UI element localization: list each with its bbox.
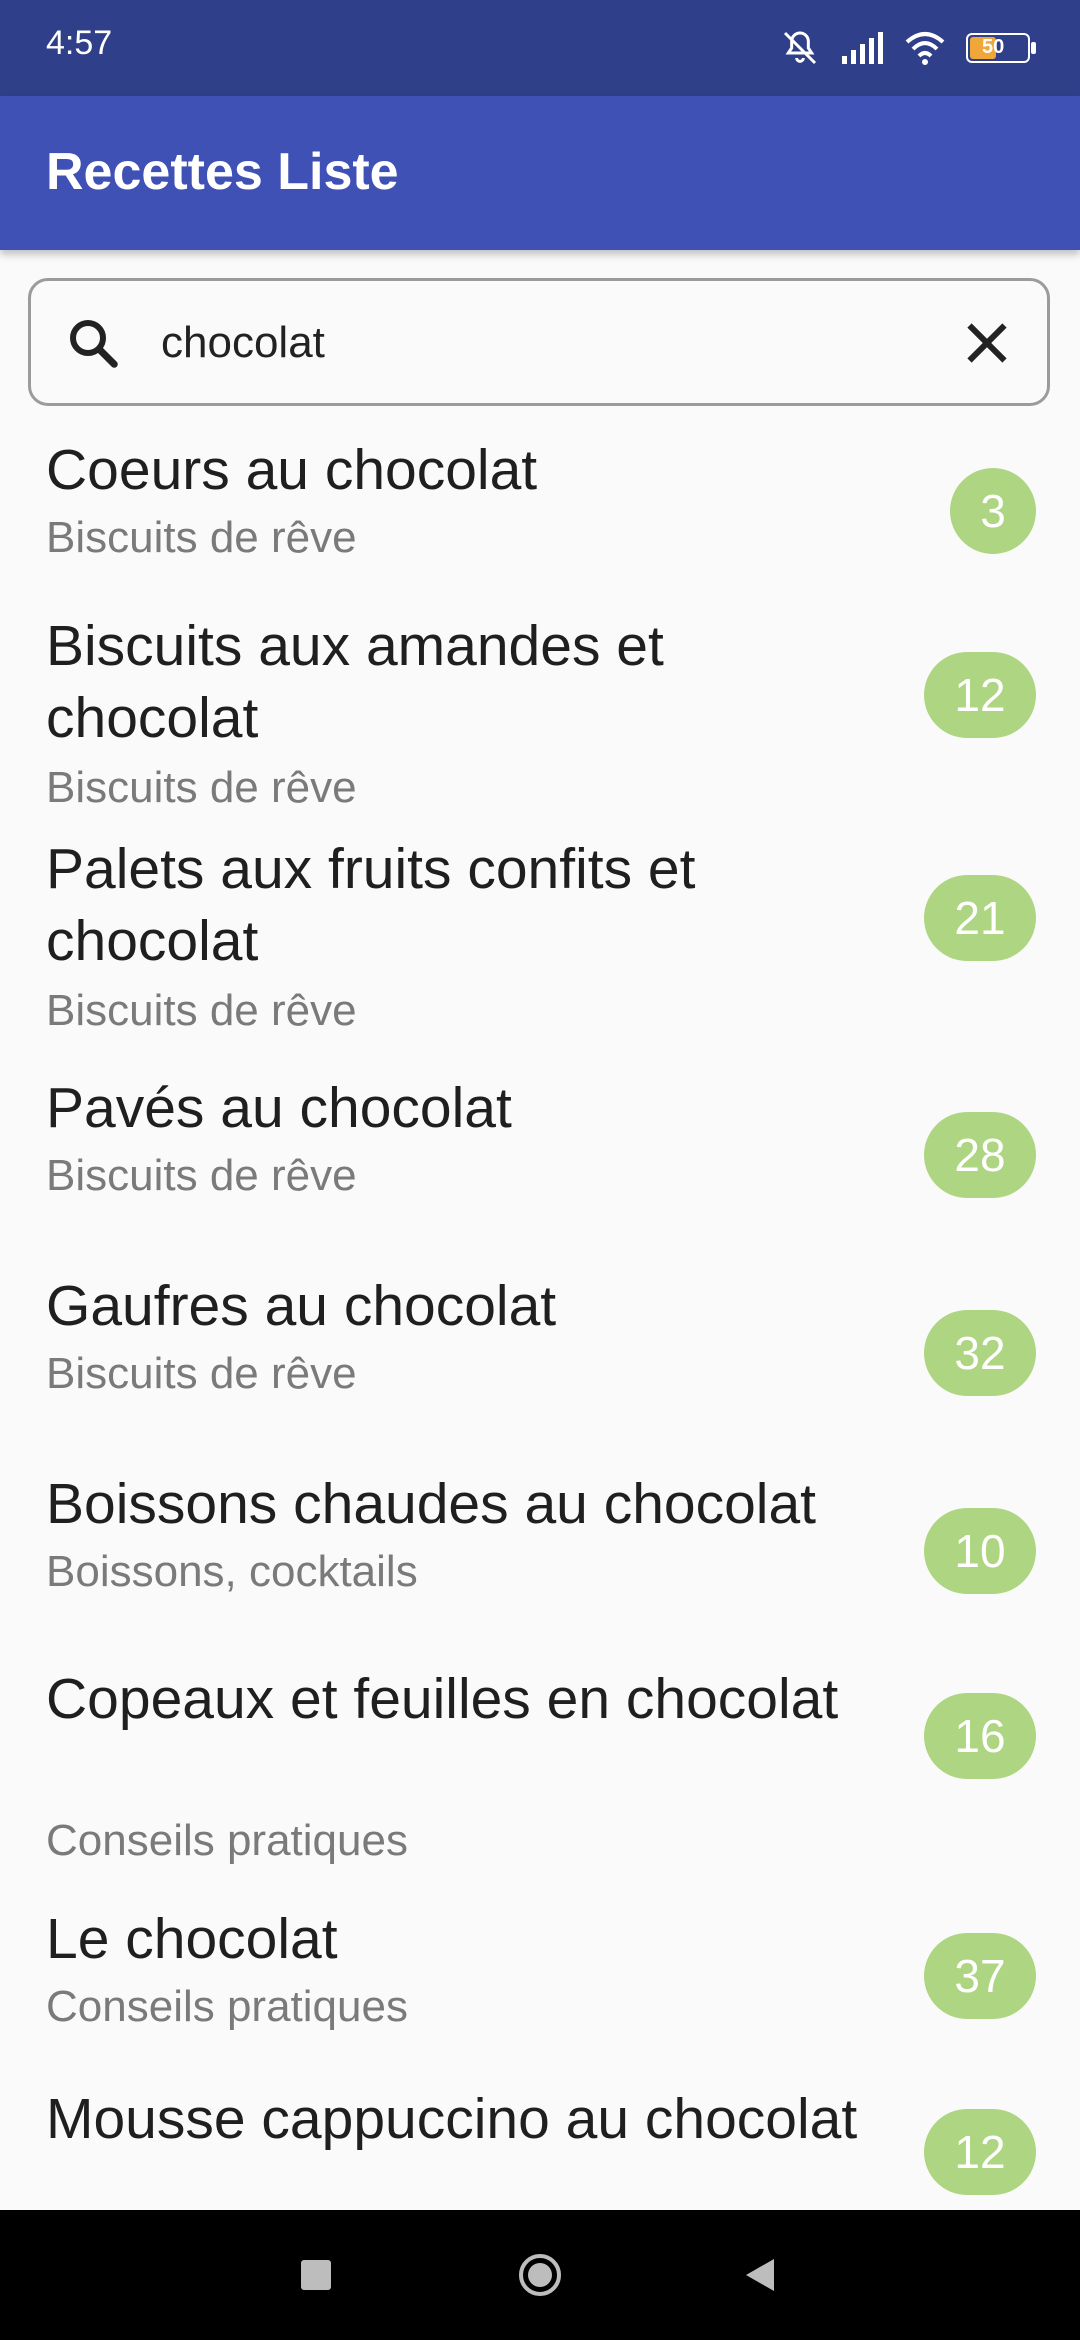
list-item[interactable]: Mousse cappuccino au chocolat 12 [0,2083,1080,2210]
search-box[interactable] [28,278,1050,406]
recipe-list: Coeurs au chocolat Biscuits de rêve 3 Bi… [0,410,1080,2210]
wifi-icon [905,32,945,65]
list-item[interactable]: Boissons chaudes au chocolat Boissons, c… [0,1468,1080,1618]
mute-icon [783,31,817,65]
status-bar: 4:57 50 [0,0,1080,96]
recipe-title: Le chocolat [46,1907,338,1971]
recipe-category: Biscuits de rêve [46,986,357,1035]
recipe-count-badge: 21 [924,875,1036,961]
recipe-category: Biscuits de rêve [46,1151,357,1200]
recipe-count-badge: 12 [924,652,1036,738]
list-item[interactable]: Copeaux et feuilles en chocolat Conseils… [0,1663,1080,1873]
recipe-count-badge: 16 [924,1693,1036,1779]
app-title: Recettes Liste [46,143,399,201]
recipe-title: Coeurs au chocolat [46,438,538,502]
recipe-title: Mousse cappuccino au chocolat [46,2087,858,2151]
back-icon[interactable] [730,2245,790,2305]
list-item[interactable]: Coeurs au chocolat Biscuits de rêve 3 [0,410,1080,580]
recipe-category: Biscuits de rêve [46,763,357,812]
list-item[interactable]: Pavés au chocolat Biscuits de rêve 28 [0,1072,1080,1222]
signal-icon [842,32,883,64]
recipe-count-badge: 10 [924,1508,1036,1594]
recipe-category: Biscuits de rêve [46,513,357,562]
status-icons: 50 [780,26,1036,70]
battery-level: 50 [982,36,1005,58]
search-input[interactable] [161,311,941,375]
recipe-category: Biscuits de rêve [46,1349,357,1398]
list-item[interactable]: Gaufres au chocolat Biscuits de rêve 32 [0,1270,1080,1420]
recipe-title: Palets aux fruits confits et chocolat [46,837,696,973]
recipe-count-badge: 37 [924,1933,1036,2019]
search-icon [70,320,118,368]
list-item[interactable]: Palets aux fruits confits et chocolat Bi… [0,833,1080,1043]
home-icon[interactable] [510,2245,570,2305]
recipe-count-badge: 32 [924,1310,1036,1396]
recipe-category: Boissons, cocktails [46,1547,418,1596]
recipe-title: Copeaux et feuilles en chocolat [46,1667,839,1731]
recipe-category: Conseils pratiques [46,1982,408,2031]
recipe-count-badge: 3 [950,468,1036,554]
close-icon[interactable] [957,313,1017,373]
recipe-title: Pavés au chocolat [46,1076,512,1140]
recipe-count-badge: 28 [924,1112,1036,1198]
app-bar: Recettes Liste [0,96,1080,250]
status-time: 4:57 [46,24,113,62]
navigation-bar [0,2210,1080,2340]
recipe-title: Gaufres au chocolat [46,1274,557,1338]
recents-icon[interactable] [286,2245,346,2305]
recipe-category: Conseils pratiques [46,1816,408,1865]
recipe-count-badge: 12 [924,2109,1036,2195]
recipe-title: Biscuits aux amandes et chocolat [46,614,664,750]
recipe-title: Boissons chaudes au chocolat [46,1472,817,1536]
list-item[interactable]: Biscuits aux amandes et chocolat Biscuit… [0,610,1080,820]
battery-icon: 50 [966,33,1036,63]
list-item[interactable]: Le chocolat Conseils pratiques 37 [0,1903,1080,2053]
